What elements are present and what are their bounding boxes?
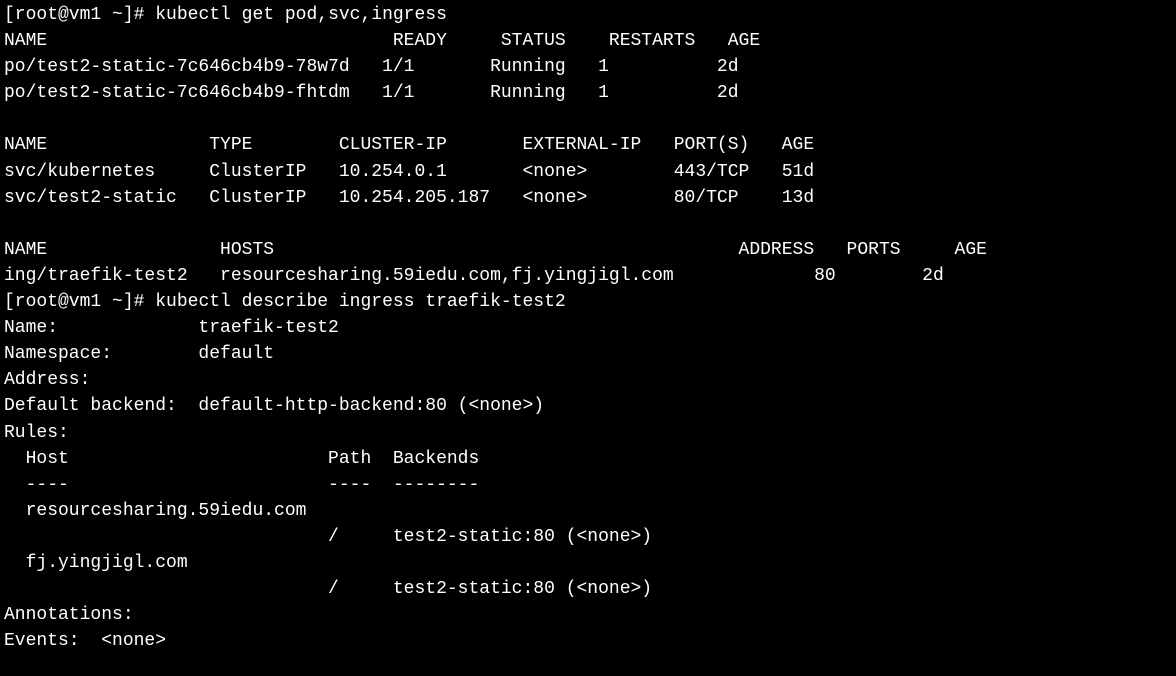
prompt-line-1: [root@vm1 ~]# kubectl get pod,svc,ingres…: [4, 5, 447, 25]
describe-default-backend: Default backend: default-http-backend:80…: [4, 396, 544, 416]
describe-rules-divider: ---- ---- --------: [4, 475, 479, 495]
command-text: kubectl describe ingress traefik-test2: [155, 292, 565, 312]
svcs-header: NAME TYPE CLUSTER-IP EXTERNAL-IP PORT(S)…: [4, 135, 814, 155]
terminal-output: [root@vm1 ~]# kubectl get pod,svc,ingres…: [4, 2, 1172, 654]
describe-host-1: resourcesharing.59iedu.com: [4, 501, 328, 521]
table-row: svc/test2-static ClusterIP 10.254.205.18…: [4, 188, 814, 208]
describe-backend-1: / test2-static:80 (<none>): [4, 527, 652, 547]
table-row: po/test2-static-7c646cb4b9-78w7d 1/1 Run…: [4, 57, 739, 77]
describe-name: Name: traefik-test2: [4, 318, 339, 338]
table-row: svc/kubernetes ClusterIP 10.254.0.1 <non…: [4, 162, 814, 182]
table-row: po/test2-static-7c646cb4b9-fhtdm 1/1 Run…: [4, 83, 739, 103]
describe-rules-header: Host Path Backends: [4, 449, 479, 469]
shell-prompt: [root@vm1 ~]#: [4, 5, 155, 25]
describe-host-2: fj.yingjigl.com: [4, 553, 328, 573]
prompt-line-2: [root@vm1 ~]# kubectl describe ingress t…: [4, 292, 566, 312]
describe-rules-label: Rules:: [4, 423, 69, 443]
shell-prompt: [root@vm1 ~]#: [4, 292, 155, 312]
pods-header: NAME READY STATUS RESTARTS AGE: [4, 31, 760, 51]
describe-backend-2: / test2-static:80 (<none>): [4, 579, 652, 599]
ings-header: NAME HOSTS ADDRESS PORTS AGE: [4, 240, 987, 260]
describe-address: Address:: [4, 370, 198, 390]
describe-namespace: Namespace: default: [4, 344, 274, 364]
describe-annotations: Annotations:: [4, 605, 134, 625]
command-text: kubectl get pod,svc,ingress: [155, 5, 447, 25]
describe-events: Events: <none>: [4, 631, 166, 651]
table-row: ing/traefik-test2 resourcesharing.59iedu…: [4, 266, 944, 286]
terminal-window[interactable]: [root@vm1 ~]# kubectl get pod,svc,ingres…: [0, 0, 1176, 656]
